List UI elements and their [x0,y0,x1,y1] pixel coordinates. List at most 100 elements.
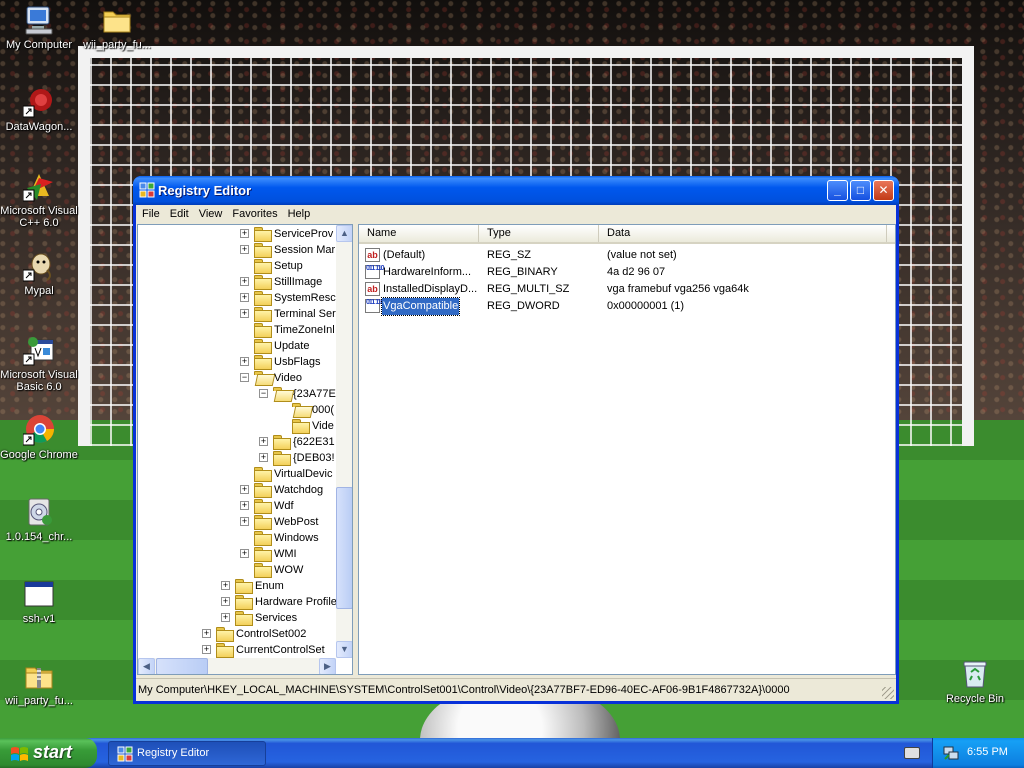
expand-icon[interactable]: + [240,357,249,366]
desktop-icon-wii-party-folder[interactable]: wii_party_fu... [78,4,156,51]
taskbar-item-registry-editor[interactable]: Registry Editor [108,741,266,766]
scroll-up-arrow-icon[interactable]: ▲ [336,225,352,242]
expand-icon[interactable]: + [259,453,268,462]
expand-icon[interactable]: + [240,245,249,254]
desktop-icon-mypal[interactable]: Mypal [0,250,78,297]
expand-icon[interactable]: + [240,293,249,302]
registry-editor-icon [139,182,155,198]
start-button[interactable]: start [0,738,97,768]
desktop-icon-visual-cpp[interactable]: Microsoft Visual C++ 6.0 [0,170,78,229]
registry-values-list[interactable]: Name Type Data ab (Default) REG_SZ (value n… [358,224,896,675]
maximize-button[interactable]: □ [850,180,871,201]
desktop-icon-recycle-bin[interactable]: Recycle Bin [936,658,1014,705]
column-header-type[interactable]: Type [479,225,599,242]
value-row[interactable]: ab InstalledDisplayD... REG_MULTI_SZ vga fr… [359,281,895,298]
network-icon[interactable] [943,745,959,761]
keyboard-layout-icon[interactable] [904,747,920,759]
tree-item-label: {DEB03! [293,452,335,464]
expand-icon[interactable]: + [202,645,211,654]
tree-vertical-scrollbar[interactable]: ▲ ▼ [336,225,352,658]
column-header-name[interactable]: Name [359,225,479,242]
tree-item[interactable]: Vide [138,418,336,434]
value-name[interactable]: VgaCompatible [380,297,461,316]
tree-item[interactable]: + ControlSet002 [138,626,336,642]
menu-view[interactable]: View [195,205,227,223]
tree-horizontal-scrollbar[interactable]: ◀ ▶ [138,658,336,674]
menu-favorites[interactable]: Favorites [228,205,281,223]
menu-file[interactable]: File [138,205,164,223]
tree-item[interactable]: WOW [138,562,336,578]
resize-grip-icon[interactable] [882,687,894,699]
tree-item[interactable]: + ServiceProv [138,226,336,242]
tree-item[interactable]: + Watchdog [138,482,336,498]
value-row[interactable]: 011 110 HardwareInform... REG_BINARY 4a d2 … [359,264,895,281]
menu-edit[interactable]: Edit [166,205,193,223]
column-header-data[interactable]: Data [599,225,887,242]
desktop-icon-wii-party-zip[interactable]: wii_party_fu... [0,660,78,707]
value-name[interactable]: InstalledDisplayD... [382,281,478,298]
scroll-down-arrow-icon[interactable]: ▼ [336,641,352,658]
tree-item[interactable]: + Hardware Profile [138,594,337,610]
tree-item[interactable]: Setup [138,258,336,274]
folder-icon [101,4,133,36]
collapse-icon[interactable]: − [240,373,249,382]
expand-icon[interactable]: + [240,229,249,238]
scroll-right-arrow-icon[interactable]: ▶ [319,658,336,674]
desktop-icon-ssh-v1[interactable]: ssh-v1 [0,578,78,625]
tree-item[interactable]: − Video [138,370,336,386]
expand-icon[interactable]: + [221,597,230,606]
collapse-icon[interactable]: − [259,389,268,398]
expand-icon[interactable]: + [240,309,249,318]
tree-item[interactable]: VirtualDevic [138,466,336,482]
tree-item[interactable]: + UsbFlags [138,354,336,370]
tree-item[interactable]: TimeZoneInl [138,322,336,338]
value-row[interactable]: ab (Default) REG_SZ (value not set) [359,247,895,264]
string-value-icon: ab [365,248,380,262]
expand-icon[interactable]: + [259,437,268,446]
tree-item[interactable]: + WMI [138,546,336,562]
tree-item[interactable]: + {DEB03! [138,450,336,466]
tree-item[interactable]: + Services [138,610,336,626]
list-header: Name Type Data [359,225,895,244]
minimize-button[interactable]: _ [827,180,848,201]
expand-icon[interactable]: + [240,517,249,526]
tree-item[interactable]: + CurrentControlSet [138,642,336,658]
tree-item[interactable]: + StillImage [138,274,336,290]
value-name[interactable]: HardwareInform... [382,264,472,281]
registry-key-tree[interactable]: + ServiceProv + Session Mar Setup + StillImage… [137,224,353,675]
expand-icon[interactable]: + [240,549,249,558]
desktop-icon-datawagon[interactable]: DataWagon... [0,86,78,133]
tree-item[interactable]: + SystemResc [138,290,336,306]
tree-item[interactable]: + Terminal Ser [138,306,336,322]
desktop-icon-google-chrome[interactable]: Google Chrome [0,414,78,461]
expand-icon[interactable]: + [221,613,230,622]
desktop-icon-chrome-installer[interactable]: 1.0.154_chr... [0,496,78,543]
expand-icon[interactable]: + [240,485,249,494]
value-row[interactable]: 011 110 VgaCompatible REG_DWORD 0x00000001 … [359,297,895,316]
tree-hscroll-thumb[interactable] [156,658,208,674]
desktop-icon-visual-basic[interactable]: Microsoft Visual Basic 6.0 [0,334,78,393]
tree-item[interactable]: Update [138,338,336,354]
tree-item[interactable]: + Wdf [138,498,336,514]
tree-item[interactable]: + Session Mar [138,242,336,258]
desktop-icon-my-computer[interactable]: My Computer [0,4,78,51]
clock[interactable]: 6:55 PM [967,746,1008,758]
expand-icon[interactable]: + [202,629,211,638]
value-name[interactable]: (Default) [382,247,426,264]
tree-item[interactable]: + WebPost [138,514,336,530]
expand-icon[interactable]: + [240,501,249,510]
tree-item[interactable]: − {23A77E [138,386,336,402]
expand-icon[interactable]: + [221,581,230,590]
expand-icon[interactable]: + [240,277,249,286]
tree-item[interactable]: + Enum [138,578,336,594]
tree-item[interactable]: Windows [138,530,336,546]
menu-help[interactable]: Help [284,205,315,223]
tree-item[interactable]: 000( [138,402,336,418]
tree-scroll-thumb[interactable] [336,487,352,609]
tree-item-label: Hardware Profile [255,596,337,608]
scroll-left-arrow-icon[interactable]: ◀ [138,658,155,674]
folder-icon [273,435,291,450]
close-button[interactable]: ✕ [873,180,894,201]
title-bar[interactable]: Registry Editor _ □ ✕ [133,176,899,205]
tree-item[interactable]: + {622E31 [138,434,336,450]
